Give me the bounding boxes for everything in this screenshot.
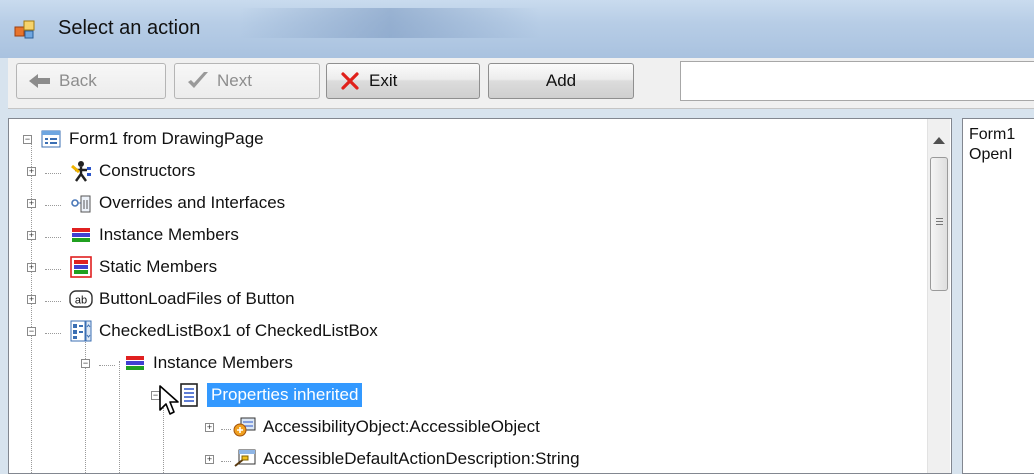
- members-icon: [69, 224, 93, 246]
- exit-label: Exit: [369, 71, 398, 90]
- expand-toggle[interactable]: +: [27, 263, 36, 272]
- svg-text:ab: ab: [75, 295, 87, 307]
- tree-item-checkedlistbox1[interactable]: − CheckedListBox1 of CheckedListBox: [27, 317, 378, 345]
- tree-item-instance-members-2[interactable]: − Instance Members: [81, 349, 293, 377]
- toolbar: Back Next Exit Add: [8, 58, 1034, 109]
- tree-item-buttonloadfiles[interactable]: + ab ButtonLoadFiles of Button: [27, 285, 295, 313]
- grip-line: [936, 224, 943, 225]
- tree-item-label: AccessibleDefaultActionDescription:Strin…: [263, 449, 580, 468]
- members-icon: [123, 352, 147, 374]
- property-string-icon: [233, 448, 257, 470]
- tree-line: [31, 141, 32, 473]
- search-input[interactable]: [680, 61, 1034, 101]
- checkmark-icon: [185, 69, 211, 93]
- grip-line: [936, 218, 943, 219]
- expand-toggle[interactable]: +: [205, 455, 214, 464]
- tree-line: [45, 205, 61, 206]
- tree-item-instance-members[interactable]: + Instance Members: [27, 221, 239, 249]
- close-icon: [337, 69, 363, 93]
- back-button[interactable]: Back: [16, 63, 166, 99]
- interface-icon: [69, 192, 93, 214]
- blurred-title-path: [240, 8, 540, 38]
- back-label: Back: [59, 71, 97, 90]
- tree-item-overrides[interactable]: + Overrides and Interfaces: [27, 189, 286, 217]
- tree-item-label: AccessibilityObject:AccessibleObject: [263, 417, 540, 436]
- vertical-scrollbar[interactable]: [927, 119, 950, 473]
- tree-line: [85, 325, 86, 473]
- expand-toggle[interactable]: +: [27, 199, 36, 208]
- tree-item-label: Static Members: [99, 257, 218, 276]
- add-button[interactable]: Add: [488, 63, 634, 99]
- expand-toggle[interactable]: +: [205, 423, 214, 432]
- tree-line: [119, 361, 120, 473]
- app-icon: [14, 20, 35, 39]
- add-label: Add: [545, 71, 577, 90]
- checkedlistbox-icon: [69, 320, 93, 342]
- expand-toggle[interactable]: +: [27, 167, 36, 176]
- expand-toggle[interactable]: +: [27, 295, 36, 304]
- mouse-cursor-icon: [159, 385, 179, 415]
- tree-item-label: CheckedListBox1 of CheckedListBox: [99, 321, 378, 340]
- tree-item-label: Instance Members: [153, 353, 293, 372]
- collapse-toggle[interactable]: −: [23, 135, 32, 144]
- button-ab-icon: ab: [69, 288, 93, 310]
- form-icon: [39, 128, 63, 150]
- tree-item-label: Overrides and Interfaces: [99, 193, 286, 212]
- tree-line: [45, 269, 61, 270]
- properties-icon: [177, 383, 201, 407]
- tree-line: [45, 333, 61, 334]
- tree-item-label: Properties inherited: [207, 383, 363, 407]
- property-object-icon: [233, 416, 257, 438]
- tree-item-accessibilityobject[interactable]: + AccessibilityObject:AccessibleObject: [205, 413, 540, 441]
- description-panel: Form1 OpenI: [962, 118, 1034, 474]
- next-button[interactable]: Next: [174, 63, 320, 99]
- tree-line: [45, 237, 61, 238]
- exit-button[interactable]: Exit: [326, 63, 480, 99]
- collapse-toggle[interactable]: −: [27, 327, 36, 336]
- scroll-thumb[interactable]: [930, 157, 948, 291]
- tree-item-properties-inherited[interactable]: − Properties inherited: [151, 381, 363, 409]
- window-title: Select an action: [58, 17, 201, 39]
- description-line: OpenI: [969, 146, 1013, 163]
- tree-item-label: Instance Members: [99, 225, 239, 244]
- expand-toggle[interactable]: +: [27, 231, 36, 240]
- static-members-icon: [69, 256, 93, 278]
- tree-line: [45, 301, 61, 302]
- tree-item-label: Constructors: [99, 161, 196, 180]
- tree-item-label: ButtonLoadFiles of Button: [99, 289, 295, 308]
- tree-item-label: Form1 from DrawingPage: [69, 129, 264, 148]
- title-bar: Select an action: [0, 0, 1034, 58]
- description-line: Form1: [969, 126, 1016, 143]
- collapse-toggle[interactable]: −: [81, 359, 90, 368]
- tree-line: [221, 461, 231, 462]
- next-label: Next: [217, 71, 252, 90]
- tree-item-root[interactable]: − Form1 from DrawingPage: [23, 125, 264, 153]
- scroll-up-icon[interactable]: [933, 137, 945, 144]
- constructor-icon: [69, 160, 93, 182]
- tree-item-static-members[interactable]: + Static Members: [27, 253, 218, 281]
- action-tree[interactable]: − Form1 from DrawingPage + Constructors …: [8, 118, 952, 474]
- tree-line: [99, 365, 115, 366]
- grip-line: [936, 221, 943, 222]
- tree-item-constructors[interactable]: + Constructors: [27, 157, 196, 185]
- tree-line: [221, 429, 231, 430]
- back-arrow-icon: [27, 69, 53, 93]
- tree-line: [45, 173, 61, 174]
- tree-item-accessibledefaultactiondescription[interactable]: + AccessibleDefaultActionDescription:Str…: [205, 445, 580, 473]
